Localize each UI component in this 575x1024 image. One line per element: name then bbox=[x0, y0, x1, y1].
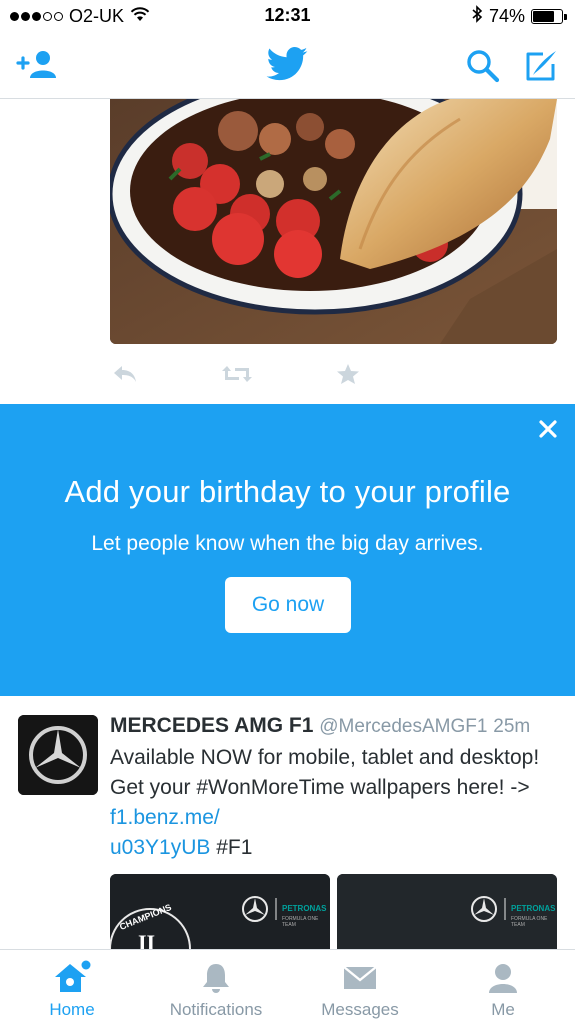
tab-home-label: Home bbox=[49, 1000, 95, 1019]
tweet-text: Available NOW for mobile, tablet and des… bbox=[110, 743, 550, 863]
tweet-timestamp: 25m bbox=[493, 716, 531, 737]
tweet-header: MERCEDES AMG F1 @MercedesAMGF1 25m bbox=[110, 714, 530, 738]
tweet-photo[interactable] bbox=[110, 99, 557, 344]
status-bar: O2-UK 12:31 74% bbox=[0, 0, 575, 32]
tab-notifications[interactable]: Notifications bbox=[144, 950, 288, 1024]
retweet-icon[interactable] bbox=[220, 360, 254, 388]
champions-badge-numeral: II bbox=[138, 930, 156, 949]
tweet-media-left[interactable]: CHAMPIONS II PETRONAS FORMULA ONE TEAM bbox=[110, 874, 330, 949]
go-now-button[interactable]: Go now bbox=[225, 577, 351, 633]
search-icon[interactable] bbox=[462, 46, 504, 86]
favorite-icon[interactable] bbox=[333, 360, 363, 388]
banner-subtitle: Let people know when the big day arrives… bbox=[91, 532, 484, 555]
battery-icon bbox=[531, 9, 567, 24]
tweet-text-body: Available NOW for mobile, tablet and des… bbox=[110, 746, 540, 799]
tab-me[interactable]: Me bbox=[431, 950, 575, 1024]
battery-level bbox=[533, 11, 554, 22]
tab-me-label: Me bbox=[491, 1000, 515, 1019]
battery-percent: 74% bbox=[488, 6, 525, 26]
tweet-media-right[interactable]: PETRONAS FORMULA ONE TEAM bbox=[337, 874, 557, 949]
petronas-brand-text-right: PETRONAS bbox=[511, 904, 556, 913]
tweet-author-name[interactable]: MERCEDES AMG F1 bbox=[110, 714, 313, 737]
petronas-brand-subtext-right: FORMULA ONE TEAM bbox=[511, 916, 548, 928]
tweet-link[interactable]: f1.benz.me/ bbox=[110, 806, 220, 829]
reply-icon[interactable] bbox=[110, 360, 140, 388]
tab-messages[interactable]: Messages bbox=[288, 950, 432, 1024]
twitter-bird-icon[interactable] bbox=[263, 44, 311, 84]
tab-home[interactable]: Home bbox=[0, 950, 144, 1024]
banner-title: Add your birthday to your profile bbox=[64, 474, 511, 509]
add-user-icon[interactable] bbox=[14, 46, 60, 84]
compose-icon[interactable] bbox=[520, 46, 562, 86]
tweet-actions bbox=[110, 360, 410, 388]
tweet-hashtag[interactable]: #F1 bbox=[210, 836, 252, 859]
person-icon bbox=[486, 960, 520, 996]
tab-messages-label: Messages bbox=[321, 1000, 399, 1019]
petronas-brand-text: PETRONAS bbox=[282, 904, 327, 913]
envelope-icon bbox=[342, 960, 378, 996]
tweet[interactable]: MERCEDES AMG F1 @MercedesAMGF1 25m Avail… bbox=[0, 697, 575, 949]
bluetooth-icon bbox=[471, 5, 483, 28]
petronas-brand-subtext: FORMULA ONE TEAM bbox=[282, 916, 319, 928]
bell-icon bbox=[199, 960, 233, 996]
bottom-tab-bar: Home Notifications Messages Me bbox=[0, 949, 575, 1024]
top-nav-bar bbox=[0, 32, 575, 99]
avatar[interactable] bbox=[18, 715, 98, 795]
tweet-author-handle[interactable]: @MercedesAMGF1 bbox=[319, 716, 487, 737]
close-icon[interactable] bbox=[535, 416, 561, 442]
tab-notifications-label: Notifications bbox=[169, 1000, 263, 1019]
home-icon bbox=[52, 960, 92, 996]
tweet-link-continued[interactable]: u03Y1yUB bbox=[110, 836, 210, 859]
battery-status: 74% bbox=[471, 5, 567, 28]
birthday-prompt-banner: Add your birthday to your profile Let pe… bbox=[0, 404, 575, 696]
